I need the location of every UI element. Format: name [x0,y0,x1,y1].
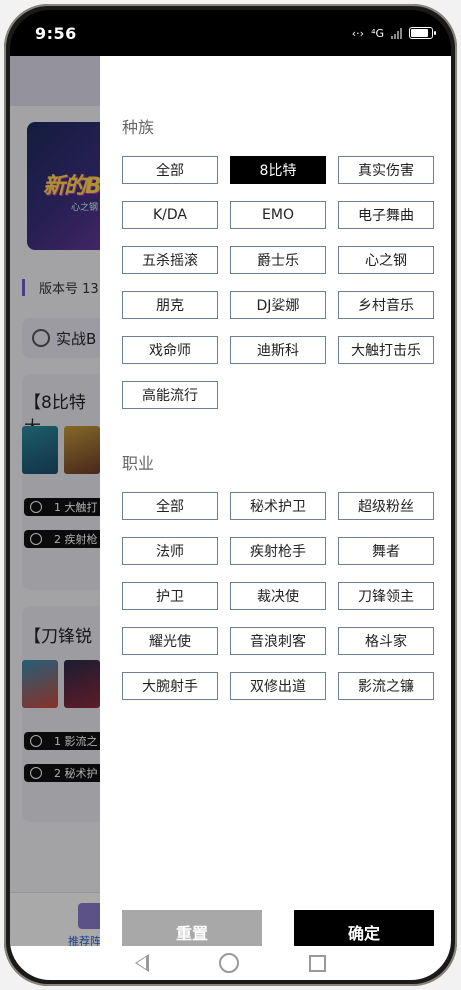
race-section-title: 种族 [122,118,155,137]
class-option[interactable]: 双修出道 [230,672,326,700]
status-time: 9:56 [35,23,77,43]
class-option[interactable]: 耀光使 [122,627,218,655]
class-option[interactable]: 裁决使 [230,582,326,610]
system-nav-bar [10,946,451,980]
class-options-grid: 全部 秘术护卫 超级粉丝法师 疾射枪手 舞者护卫 裁决使 刀锋领主耀光使 音浪刺客 格斗家大腕射… [122,492,434,700]
back-icon[interactable] [135,954,149,972]
class-option[interactable]: 舞者 [338,537,434,565]
network-type: ⁴G [371,26,384,40]
race-option[interactable]: 大触打击乐 [338,336,434,364]
race-option[interactable]: 8比特 [230,156,326,184]
phone-background: 9:56 ‹·› ⁴G 新的B 心之钢 版本号 13 实战B 【8比特 1 大触… [0,0,461,990]
class-option[interactable]: 刀锋领主 [338,582,434,610]
phone-frame: 9:56 ‹·› ⁴G 新的B 心之钢 版本号 13 实战B 【8比特 1 大触… [4,4,457,986]
class-option[interactable]: 法师 [122,537,218,565]
race-options-grid: 全部 8比特 真实伤害 K/DA EMO 电子舞曲五杀摇滚 爵士乐 心之钢朋克 DJ娑娜 乡村音乐… [122,156,434,409]
race-option[interactable]: 全部 [122,156,218,184]
race-option[interactable]: K/DA [122,201,218,229]
status-bar: 9:56 ‹·› ⁴G [10,10,451,56]
phone-screen: 9:56 ‹·› ⁴G 新的B 心之钢 版本号 13 实战B 【8比特 1 大触… [10,10,451,980]
class-option[interactable]: 护卫 [122,582,218,610]
race-option[interactable]: 五杀摇滚 [122,246,218,274]
battery-icon [409,27,436,39]
race-option[interactable]: 高能流行 [122,381,218,409]
filter-drawer: 种族 全部 8比特 真实伤害 K/DA EMO 电子舞曲五杀摇滚 爵士乐 心之钢朋克 DJ娑娜乡… [100,56,451,960]
race-option[interactable]: 乡村音乐 [338,291,434,319]
nfc-icon: ‹·› [351,26,365,40]
status-icons: ‹·› ⁴G [351,26,436,40]
class-option[interactable]: 大腕射手 [122,672,218,700]
signal-icon [391,27,402,39]
race-option[interactable]: DJ娑娜 [230,291,326,319]
class-option[interactable]: 超级粉丝 [338,492,434,520]
race-option[interactable]: 真实伤害 [338,156,434,184]
race-option[interactable]: 爵士乐 [230,246,326,274]
class-option[interactable]: 音浪刺客 [230,627,326,655]
race-option[interactable]: 电子舞曲 [338,201,434,229]
race-option[interactable]: 戏命师 [122,336,218,364]
race-option[interactable]: 迪斯科 [230,336,326,364]
home-icon[interactable] [219,953,239,973]
class-option[interactable]: 疾射枪手 [230,537,326,565]
recent-apps-icon[interactable] [309,954,326,972]
class-option[interactable]: 格斗家 [338,627,434,655]
class-option[interactable]: 全部 [122,492,218,520]
class-option[interactable]: 影流之镰 [338,672,434,700]
race-option[interactable]: 心之钢 [338,246,434,274]
overlay-scrim[interactable] [10,56,100,960]
class-section-title: 职业 [122,454,155,473]
class-option[interactable]: 秘术护卫 [230,492,326,520]
race-option[interactable]: 朋克 [122,291,218,319]
race-option[interactable]: EMO [230,201,326,229]
